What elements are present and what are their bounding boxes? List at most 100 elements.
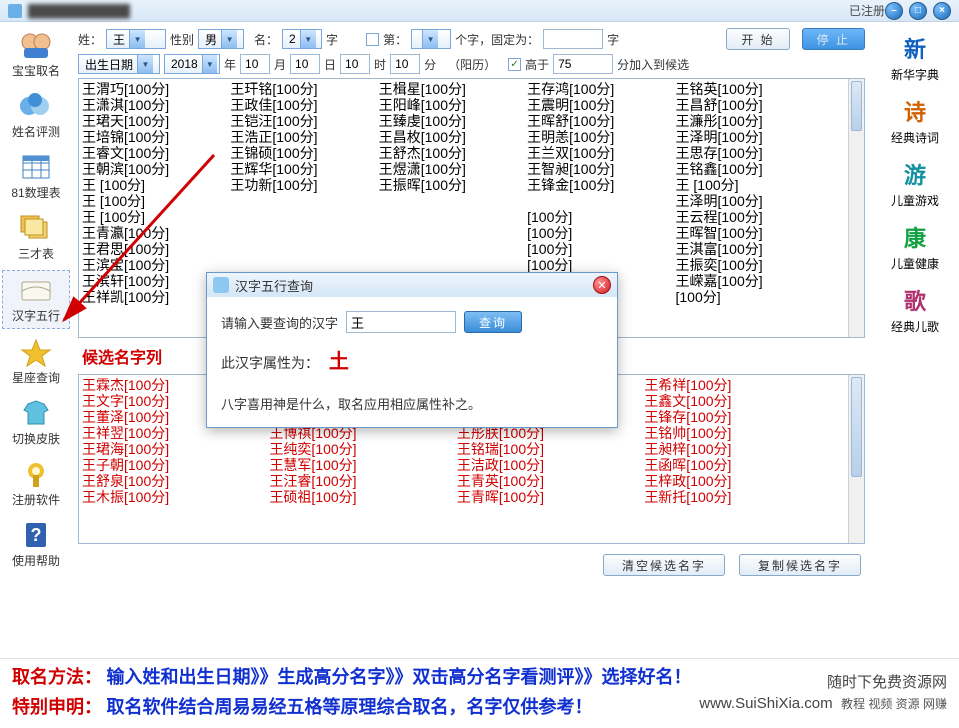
name-cell[interactable] xyxy=(526,193,674,209)
candidate-cell[interactable]: 王纯奕[100分] xyxy=(268,441,455,457)
candidate-cell[interactable]: 王新托[100分] xyxy=(643,489,830,505)
name-cell[interactable]: 王 [100分] xyxy=(81,193,229,209)
name-cell[interactable]: [100分] xyxy=(675,289,823,305)
sidebar-item-xingzuo[interactable]: 星座查询 xyxy=(2,333,70,390)
candidate-cell[interactable]: 王函晖[100分] xyxy=(643,457,830,473)
name-cell[interactable]: 王铠汪[100分] xyxy=(229,113,377,129)
candidate-cell[interactable]: 王锋存[100分] xyxy=(643,409,830,425)
name-cell[interactable]: 王朝滨[100分] xyxy=(81,161,229,177)
rightbar-item-xinhua[interactable]: 新新华字典 xyxy=(891,32,939,83)
name-cell[interactable]: [100分] xyxy=(526,209,674,225)
name-cell[interactable]: 王泽明[100分] xyxy=(675,129,823,145)
name-cell[interactable]: 王渭巧[100分] xyxy=(81,81,229,97)
name-cell[interactable] xyxy=(378,241,526,257)
name-cell[interactable]: 王云程[100分] xyxy=(675,209,823,225)
sidebar-item-pifu[interactable]: 切换皮肤 xyxy=(2,394,70,451)
sidebar-item-baobao[interactable]: 宝宝取名 xyxy=(2,26,70,83)
name-cell[interactable]: 王 [100分] xyxy=(675,177,823,193)
wuxing-input[interactable] xyxy=(346,311,456,333)
gt-checkbox[interactable]: ✓ xyxy=(508,58,521,71)
name-cell[interactable]: 王滨宝[100分] xyxy=(81,257,229,273)
name-cell[interactable]: 王振晖[100分] xyxy=(378,177,526,193)
name-cell[interactable]: [100分] xyxy=(526,241,674,257)
name-cell[interactable]: 王潇淇[100分] xyxy=(81,97,229,113)
rightbar-item-erge[interactable]: 歌经典儿歌 xyxy=(891,284,939,335)
name-cell[interactable]: 王铭英[100分] xyxy=(675,81,823,97)
candidate-cell[interactable]: 王鑫文[100分] xyxy=(643,393,830,409)
name-count-select[interactable]: 2▼ xyxy=(282,29,322,49)
close-button[interactable]: × xyxy=(933,2,951,20)
name-cell[interactable]: 王煜潇[100分] xyxy=(378,161,526,177)
candidate-cell[interactable]: 王舒泉[100分] xyxy=(81,473,268,489)
name-cell[interactable] xyxy=(229,241,377,257)
candidate-cell[interactable]: 王子朝[100分] xyxy=(81,457,268,473)
gender-select[interactable]: 男▼ xyxy=(198,29,244,49)
name-cell[interactable]: 王震明[100分] xyxy=(526,97,674,113)
name-cell[interactable]: 王君思[100分] xyxy=(81,241,229,257)
name-cell[interactable] xyxy=(229,257,377,273)
name-cell[interactable]: 王功新[100分] xyxy=(229,177,377,193)
name-cell[interactable]: 王嵘嘉[100分] xyxy=(675,273,823,289)
sidebar-item-zhuce[interactable]: 注册软件 xyxy=(2,455,70,512)
candidate-cell[interactable]: 王希祥[100分] xyxy=(643,377,830,393)
candidate-cell[interactable]: 王汪睿[100分] xyxy=(268,473,455,489)
sidebar-item-wuxing[interactable]: 汉字五行 xyxy=(2,270,70,329)
name-cell[interactable]: 王晖智[100分] xyxy=(675,225,823,241)
name-cell[interactable] xyxy=(378,209,526,225)
hour-input[interactable] xyxy=(340,54,370,74)
copy-candidates-button[interactable]: 复制候选名字 xyxy=(739,554,861,576)
surname-input[interactable]: 王▼ xyxy=(106,29,166,49)
name-cell[interactable]: [100分] xyxy=(526,257,674,273)
name-cell[interactable] xyxy=(229,225,377,241)
name-cell[interactable] xyxy=(229,209,377,225)
name-cell[interactable] xyxy=(229,193,377,209)
scrollbar[interactable] xyxy=(848,79,864,337)
date-type-select[interactable]: 出生日期▼ xyxy=(78,54,160,74)
candidate-cell[interactable]: 王青英[100分] xyxy=(456,473,643,489)
day-input[interactable] xyxy=(290,54,320,74)
dialog-close-button[interactable]: ✕ xyxy=(593,276,611,294)
fixed-char-input[interactable] xyxy=(543,29,603,49)
name-cell[interactable]: 王辉华[100分] xyxy=(229,161,377,177)
name-cell[interactable]: 王晖舒[100分] xyxy=(526,113,674,129)
stop-button[interactable]: 停 止 xyxy=(802,28,865,50)
name-cell[interactable] xyxy=(378,257,526,273)
sidebar-item-shuli[interactable]: 81数理表 xyxy=(2,148,70,205)
name-cell[interactable]: 王玕铭[100分] xyxy=(229,81,377,97)
candidate-cell[interactable]: 王梓政[100分] xyxy=(643,473,830,489)
name-cell[interactable]: 王铭鑫[100分] xyxy=(675,161,823,177)
name-cell[interactable]: 王培锦[100分] xyxy=(81,129,229,145)
rightbar-item-youxi[interactable]: 游儿童游戏 xyxy=(891,158,939,209)
name-cell[interactable]: 王浩正[100分] xyxy=(229,129,377,145)
minimize-button[interactable]: – xyxy=(885,2,903,20)
candidate-cell[interactable]: 王洁政[100分] xyxy=(456,457,643,473)
score-threshold-input[interactable] xyxy=(553,54,613,74)
name-cell[interactable]: 王 [100分] xyxy=(81,177,229,193)
month-input[interactable] xyxy=(240,54,270,74)
name-cell[interactable]: 王锋金[100分] xyxy=(526,177,674,193)
name-cell[interactable]: 王兰双[100分] xyxy=(526,145,674,161)
name-cell[interactable] xyxy=(378,193,526,209)
clear-candidates-button[interactable]: 清空候选名字 xyxy=(603,554,725,576)
sidebar-item-sancai[interactable]: 三才表 xyxy=(2,209,70,266)
candidate-cell[interactable]: 王慧军[100分] xyxy=(268,457,455,473)
name-cell[interactable]: 王思存[100分] xyxy=(675,145,823,161)
query-button[interactable]: 查询 xyxy=(464,311,522,333)
name-cell[interactable]: 王楫星[100分] xyxy=(378,81,526,97)
name-cell[interactable]: 王存鸿[100分] xyxy=(526,81,674,97)
name-cell[interactable]: 王舒杰[100分] xyxy=(378,145,526,161)
name-cell[interactable]: 王振奕[100分] xyxy=(675,257,823,273)
name-cell[interactable]: 王淇富[100分] xyxy=(675,241,823,257)
candidate-cell[interactable]: 王珺海[100分] xyxy=(81,441,268,457)
year-select[interactable]: 2018▼ xyxy=(164,54,220,74)
name-cell[interactable]: 王昌枚[100分] xyxy=(378,129,526,145)
candidate-cell[interactable]: 王铭瑞[100分] xyxy=(456,441,643,457)
name-cell[interactable]: 王阳峰[100分] xyxy=(378,97,526,113)
di-select[interactable]: ▼ xyxy=(411,29,451,49)
di-checkbox[interactable] xyxy=(366,33,379,46)
name-cell[interactable]: 王珺天[100分] xyxy=(81,113,229,129)
name-cell[interactable] xyxy=(378,225,526,241)
name-cell[interactable]: 王政佳[100分] xyxy=(229,97,377,113)
start-button[interactable]: 开 始 xyxy=(726,28,789,50)
sidebar-item-help[interactable]: ?使用帮助 xyxy=(2,516,70,573)
